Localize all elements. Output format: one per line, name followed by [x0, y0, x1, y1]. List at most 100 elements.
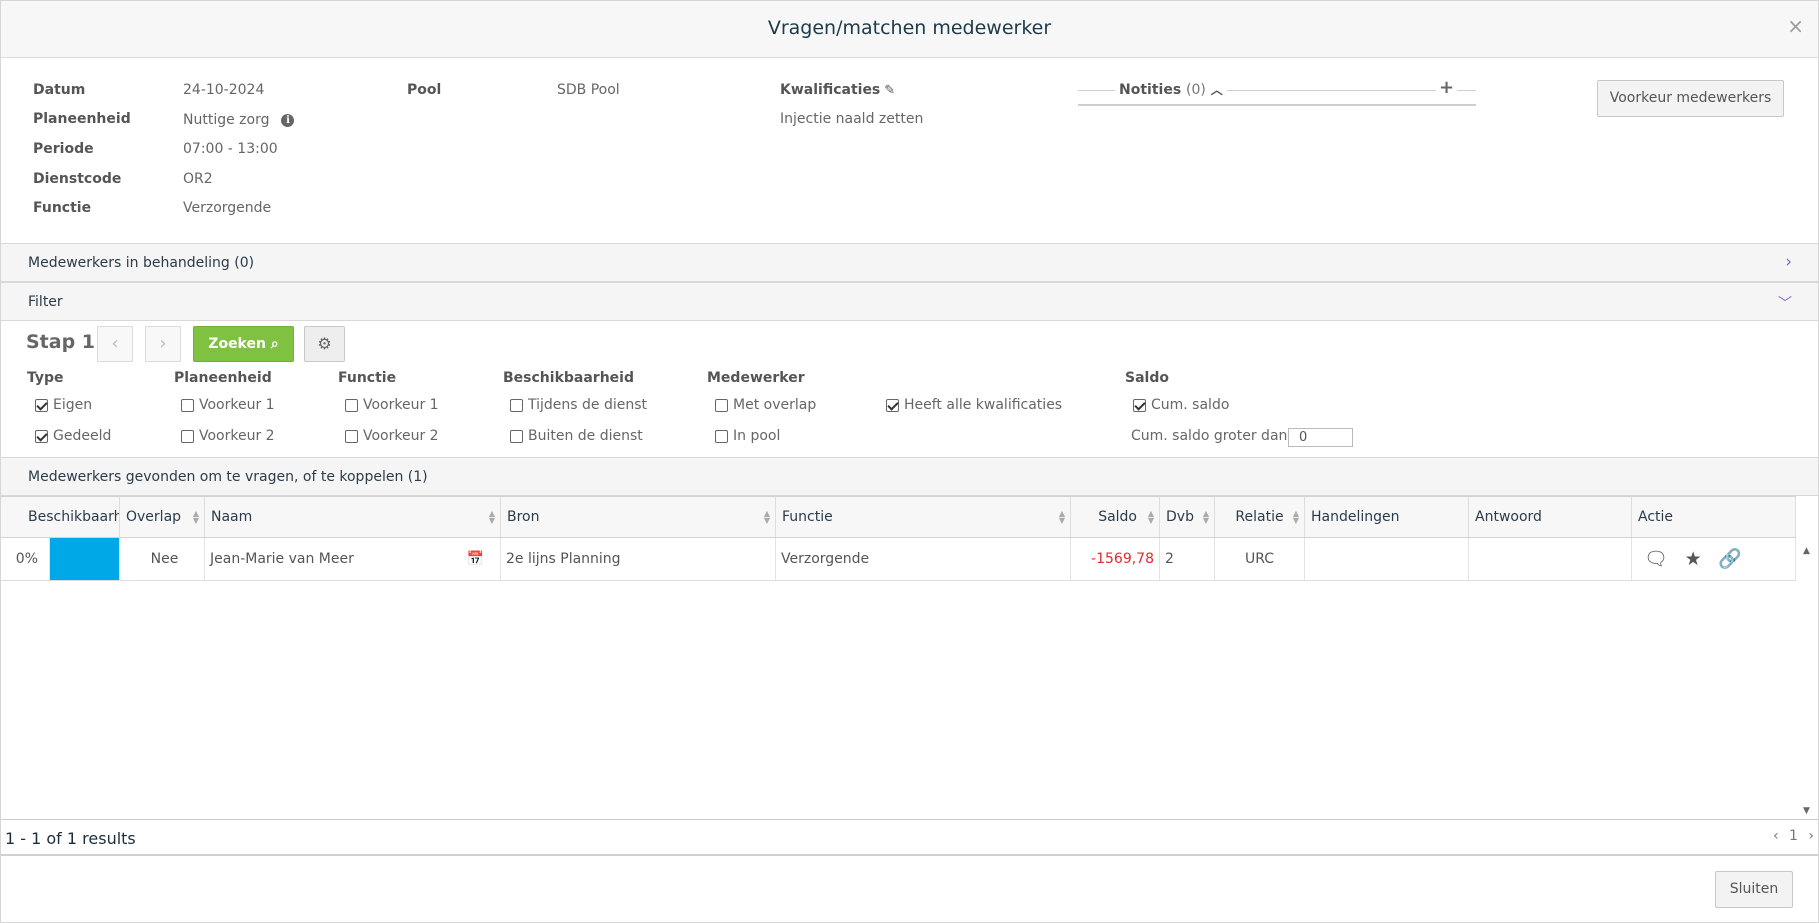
naam-value: Jean-Marie van Meer [210, 551, 354, 567]
column-beschikbaarheid[interactable]: Beschikbaarh [22, 497, 120, 537]
gevonden-section: Medewerkers gevonden om te vragen, of te… [1, 457, 1818, 496]
info-icon[interactable]: i [281, 114, 295, 127]
results-count: 1 - 1 of 1 results [5, 829, 136, 848]
dialog-titlebar: Vragen/matchen medewerker × [1, 1, 1818, 58]
sluiten-button[interactable]: Sluiten [1715, 871, 1793, 908]
calendar-icon[interactable]: 📅 [467, 538, 484, 580]
planeenheid-value-wrap: Nuttige zorg i [183, 112, 295, 128]
add-note-icon[interactable]: + [1436, 77, 1458, 98]
cum-saldo-checkbox[interactable]: Cum. saldo [1133, 397, 1229, 413]
functie-heading: Functie [338, 370, 397, 386]
zoeken-label: Zoeken [208, 336, 266, 352]
notes-title-wrap[interactable]: Notities (0) ︿ [1115, 81, 1227, 98]
table-row[interactable]: 0% Nee Jean-Marie van Meer 📅 2e lijns Pl… [1, 538, 1796, 581]
alle-kwalificaties-checkbox[interactable]: Heeft alle kwalificaties [886, 397, 1062, 413]
kwalificaties-label-wrap: Kwalificaties ✎ [780, 82, 895, 98]
beschikbaar-bar [50, 538, 120, 580]
periode-value: 07:00 - 13:00 [183, 141, 278, 157]
type-heading: Type [27, 370, 64, 386]
in-behandeling-section[interactable]: Medewerkers in behandeling (0) › [1, 243, 1818, 282]
availability-fill [50, 538, 119, 580]
column-functie[interactable]: Functie ▲ ▼ [776, 497, 1071, 537]
column-overlap[interactable]: Overlap ▲ ▼ [120, 497, 205, 537]
chat-icon[interactable]: 🗨 [1644, 538, 1668, 580]
planeenheid-value: Nuttige zorg [183, 112, 270, 128]
filter-title: Filter [28, 294, 63, 310]
in-behandeling-title: Medewerkers in behandeling (0) [28, 255, 255, 271]
voorkeur-medewerkers-button[interactable]: Voorkeur medewerkers [1597, 80, 1784, 117]
dialog-title: Vragen/matchen medewerker [767, 17, 1052, 39]
dvb-cell: 2 [1160, 538, 1215, 580]
next-step-button[interactable]: › [145, 326, 181, 362]
close-icon[interactable]: × [1787, 14, 1804, 38]
saldo-cell: -1569,78 [1071, 538, 1160, 580]
next-page-icon[interactable]: › [1808, 828, 1814, 844]
datum-label: Datum [33, 82, 86, 98]
medewerker-heading: Medewerker [707, 370, 805, 386]
star-icon[interactable]: ★ [1685, 538, 1702, 580]
relatie-cell: URC [1215, 538, 1305, 580]
tijdens-dienst-checkbox[interactable]: Tijdens de dienst [510, 397, 647, 413]
prev-page-icon[interactable]: ‹ [1773, 828, 1779, 844]
met-overlap-checkbox[interactable]: Met overlap [715, 397, 816, 413]
scroll-down-icon[interactable]: ▼ [1803, 806, 1810, 816]
kwalificaties-value: Injectie naald zetten [780, 111, 924, 127]
kwalificaties-label: Kwalificaties [780, 82, 881, 98]
planeenheid-voorkeur2-checkbox[interactable]: Voorkeur 2 [181, 428, 275, 444]
notes-title: Notities [1119, 82, 1182, 98]
zoeken-button[interactable]: Zoeken ⌕ [193, 326, 294, 362]
planeenheid-voorkeur1-checkbox[interactable]: Voorkeur 1 [181, 397, 275, 413]
grid-header: Beschikbaarh Overlap ▲ ▼ Naam ▲ ▼ Bron ▲ ▼ Fun… [1, 496, 1796, 538]
sort-icon: ▲ ▼ [1202, 509, 1209, 525]
column-saldo[interactable]: Saldo ▲ ▼ [1071, 497, 1160, 537]
dienstcode-value: OR2 [183, 171, 213, 187]
functie-cell: Verzorgende [776, 538, 1071, 580]
link-icon[interactable]: 🔗 [1718, 538, 1742, 580]
cum-saldo-groter-input[interactable]: 0 [1288, 428, 1353, 447]
functie-voorkeur2-checkbox[interactable]: Voorkeur 2 [345, 428, 439, 444]
page-number[interactable]: 1 [1789, 828, 1798, 844]
beschikbaar-percent: 0% [1, 538, 50, 580]
filter-section[interactable]: Filter ﹀ [1, 282, 1818, 321]
prev-step-button[interactable]: ‹ [97, 326, 133, 362]
functie-value: Verzorgende [183, 200, 272, 216]
antwoord-cell [1469, 538, 1632, 580]
beschikbaarheid-heading: Beschikbaarheid [503, 370, 634, 386]
column-bron[interactable]: Bron ▲ ▼ [501, 497, 776, 537]
column-dvb[interactable]: Dvb ▲ ▼ [1160, 497, 1215, 537]
overlap-cell: Nee [120, 538, 205, 580]
notes-count: (0) [1186, 82, 1206, 98]
functie-voorkeur1-checkbox[interactable]: Voorkeur 1 [345, 397, 439, 413]
gear-button[interactable]: ⚙ [304, 326, 345, 362]
gear-icon: ⚙ [317, 334, 332, 353]
cum-saldo-groter-label: Cum. saldo groter dan [1131, 428, 1288, 444]
chevron-down-icon[interactable]: ﹀ [1778, 293, 1792, 313]
pager: 1 - 1 of 1 results ‹ 1 › [1, 819, 1818, 856]
chevron-up-icon[interactable]: ︿ [1211, 83, 1223, 97]
scroll-up-icon[interactable]: ▲ [1803, 546, 1810, 556]
eigen-checkbox[interactable]: Eigen [35, 397, 92, 413]
chevron-right-icon[interactable]: › [1785, 252, 1792, 272]
column-antwoord: Antwoord [1469, 497, 1632, 537]
functie-label: Functie [33, 200, 92, 216]
pencil-icon[interactable]: ✎ [884, 83, 895, 98]
datum-value: 24-10-2024 [183, 82, 265, 98]
periode-label: Periode [33, 141, 94, 157]
gedeeld-checkbox[interactable]: Gedeeld [35, 428, 111, 444]
sort-icon: ▲ ▼ [1058, 509, 1065, 525]
handelingen-cell [1305, 538, 1469, 580]
planeenheid-heading: Planeenheid [174, 370, 272, 386]
gevonden-title: Medewerkers gevonden om te vragen, of te… [28, 469, 428, 485]
vertical-scrollbar[interactable]: ▲ ▼ [1798, 538, 1818, 816]
dienstcode-label: Dienstcode [33, 171, 122, 187]
column-relatie[interactable]: Relatie ▲ ▼ [1215, 497, 1305, 537]
in-pool-checkbox[interactable]: In pool [715, 428, 780, 444]
sort-icon: ▲ ▼ [763, 509, 770, 525]
column-naam[interactable]: Naam ▲ ▼ [205, 497, 501, 537]
step-title: Stap 1 [26, 331, 96, 353]
naam-cell[interactable]: Jean-Marie van Meer 📅 [205, 538, 501, 580]
bron-cell: 2e lijns Planning [501, 538, 776, 580]
buiten-dienst-checkbox[interactable]: Buiten de dienst [510, 428, 643, 444]
search-icon: ⌕ [270, 336, 279, 352]
saldo-heading: Saldo [1125, 370, 1169, 386]
